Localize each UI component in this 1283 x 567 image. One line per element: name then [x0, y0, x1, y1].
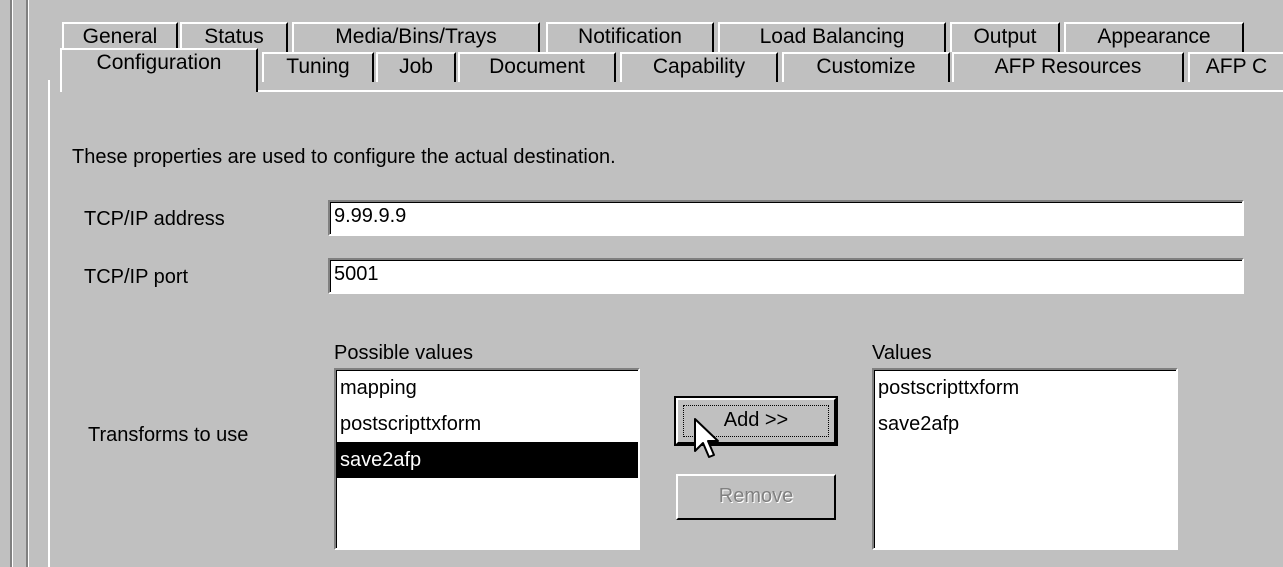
remove-button-label: Remove [718, 485, 794, 507]
tab-notification[interactable]: Notification [546, 22, 714, 52]
values-label: Values [872, 342, 932, 364]
arrow-cursor-icon [694, 418, 719, 458]
tab-customize[interactable]: Customize [782, 52, 950, 82]
panel-border-left [48, 80, 50, 567]
values-list[interactable]: postscripttxform save2afp [872, 368, 1178, 550]
tab-tuning[interactable]: Tuning [262, 52, 374, 82]
tcpip-port-input[interactable]: 5001 [328, 258, 1244, 294]
panel-border [258, 90, 1283, 92]
remove-button[interactable]: Remove [676, 474, 836, 520]
tab-document[interactable]: Document [458, 52, 616, 82]
tab-output[interactable]: Output [950, 22, 1060, 52]
tab-configuration[interactable]: Configuration [60, 48, 258, 92]
possible-values-label: Possible values [334, 342, 473, 364]
list-item-selected[interactable]: save2afp [336, 442, 638, 478]
list-item[interactable]: postscripttxform [874, 370, 1176, 406]
tab-job[interactable]: Job [376, 52, 456, 82]
panel-description: These properties are used to configure t… [72, 146, 616, 168]
window-frame-left [0, 0, 29, 567]
possible-values-list[interactable]: mapping postscripttxform save2afp [334, 368, 640, 550]
tab-capability[interactable]: Capability [620, 52, 778, 82]
tcpip-address-label: TCP/IP address [84, 208, 225, 230]
tcpip-address-input[interactable]: 9.99.9.9 [328, 200, 1244, 236]
tab-afp-resources[interactable]: AFP Resources [952, 52, 1184, 82]
tab-media-bins-trays[interactable]: Media/Bins/Trays [292, 22, 540, 52]
list-item[interactable]: postscripttxform [336, 406, 638, 442]
list-item[interactable]: save2afp [874, 406, 1176, 442]
tab-appearance[interactable]: Appearance [1064, 22, 1244, 52]
transforms-label: Transforms to use [88, 424, 249, 446]
tcpip-port-label: TCP/IP port [84, 266, 189, 288]
tab-afp-c[interactable]: AFP C [1188, 52, 1283, 82]
tab-load-balancing[interactable]: Load Balancing [718, 22, 946, 52]
list-item[interactable]: mapping [336, 370, 638, 406]
